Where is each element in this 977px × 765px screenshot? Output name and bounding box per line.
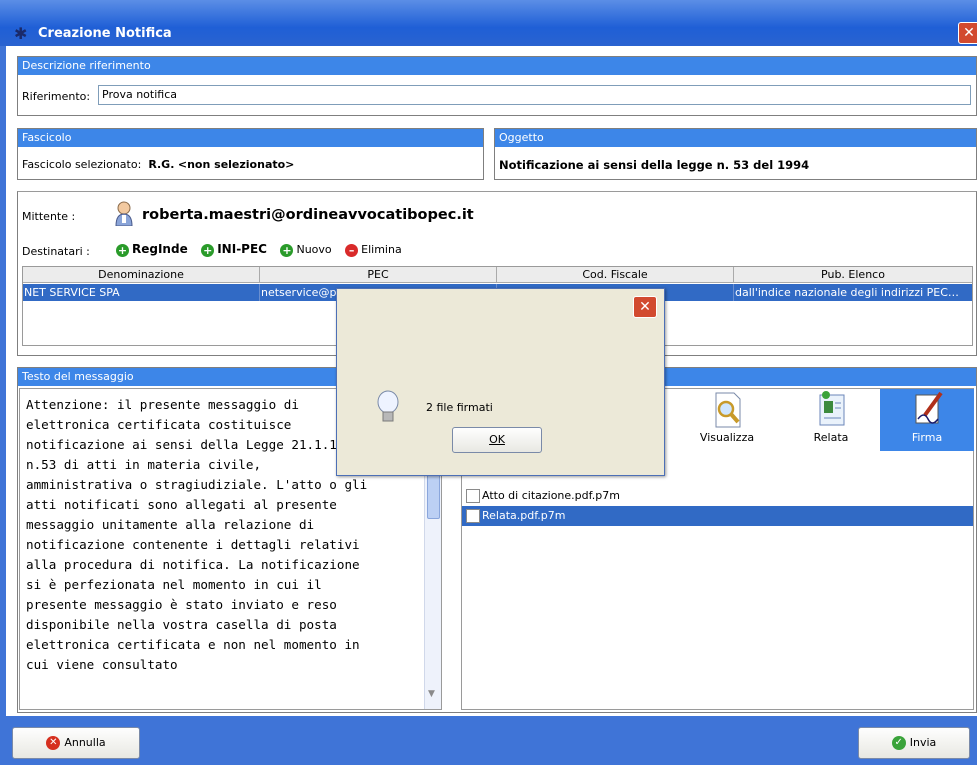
relata-label: Relata [813, 431, 849, 444]
nuovo-button[interactable]: + Nuovo [280, 243, 332, 257]
file-checkbox[interactable] [466, 489, 480, 503]
riferimento-input[interactable]: Prova notifica [98, 85, 971, 105]
firma-button[interactable]: Firma [880, 389, 974, 451]
column-header-cod-fiscale[interactable]: Cod. Fiscale [497, 267, 734, 283]
oggetto-header: Oggetto [495, 129, 976, 147]
dialog-message: 2 file firmati [426, 401, 493, 414]
lightbulb-icon [377, 390, 399, 422]
destinatari-label: Destinatari : [22, 245, 90, 258]
elimina-button[interactable]: – Elimina [345, 243, 402, 257]
mittente-label: Mittente : [22, 210, 76, 223]
magnifier-document-icon [715, 392, 741, 428]
dialog-close-button[interactable]: ✕ [633, 296, 657, 318]
riferimento-label: Riferimento: [22, 90, 91, 103]
column-header-pub-elenco[interactable]: Pub. Elenco [734, 267, 972, 283]
visualizza-button[interactable]: Visualizza [693, 389, 761, 451]
annulla-button[interactable]: ✕ Annulla [12, 727, 140, 759]
scroll-down-arrow-icon[interactable]: ▼ [428, 689, 435, 699]
file-item[interactable]: Atto di citazione.pdf.p7m [462, 486, 973, 506]
table-cell: NET SERVICE SPA [23, 284, 260, 301]
inipec-button[interactable]: + INI-PEC [201, 242, 267, 257]
file-checkbox[interactable] [466, 509, 480, 523]
oggetto-value: Notificazione ai sensi della legge n. 53… [499, 158, 810, 172]
file-item[interactable]: Relata.pdf.p7m [462, 506, 973, 526]
visualizza-label: Visualizza [699, 431, 755, 444]
plus-icon: + [280, 243, 294, 257]
column-header-denominazione[interactable]: Denominazione [23, 267, 260, 283]
table-cell: dall'indice nazionale degli indirizzi PE… [734, 284, 972, 301]
bottom-bar [0, 716, 977, 765]
relata-document-icon [819, 391, 845, 426]
fascicolo-panel: Fascicolo [17, 128, 484, 180]
firma-label: Firma [911, 431, 943, 444]
destinatari-toolbar: + RegInde + INI-PEC + Nuovo – Elimina [116, 242, 402, 257]
reginde-button[interactable]: + RegInde [116, 242, 188, 257]
signature-pen-icon [915, 391, 943, 424]
plus-icon: + [201, 243, 215, 257]
file-name: Relata.pdf.p7m [482, 509, 566, 522]
minus-icon: – [345, 243, 359, 257]
fascicolo-label: Fascicolo selezionato: [22, 158, 142, 171]
relata-button[interactable]: Relata [797, 389, 865, 451]
fascicolo-header: Fascicolo [18, 129, 483, 147]
fascicolo-info: Fascicolo selezionato: R.G. <non selezio… [22, 158, 294, 171]
user-icon [115, 201, 133, 226]
fascicolo-value: <non selezionato> [177, 158, 295, 171]
invia-button[interactable]: ✓ Invia [858, 727, 970, 759]
fascicolo-rg: R.G. [148, 158, 175, 171]
window-close-button[interactable]: ✕ [958, 22, 977, 44]
file-name: Atto di citazione.pdf.p7m [482, 489, 620, 502]
window-title: Creazione Notifica [38, 26, 172, 41]
oggetto-panel: Oggetto [494, 128, 977, 180]
app-icon: ✱ [14, 24, 28, 43]
ok-button[interactable]: OK [452, 427, 542, 453]
plus-icon: + [116, 243, 129, 257]
check-icon: ✓ [891, 736, 906, 750]
cancel-icon: ✕ [46, 736, 61, 750]
mittente-email: roberta.maestri@ordineavvocatibopec.it [142, 207, 474, 223]
column-header-pec[interactable]: PEC [260, 267, 497, 283]
descrizione-header: Descrizione riferimento [18, 57, 976, 75]
